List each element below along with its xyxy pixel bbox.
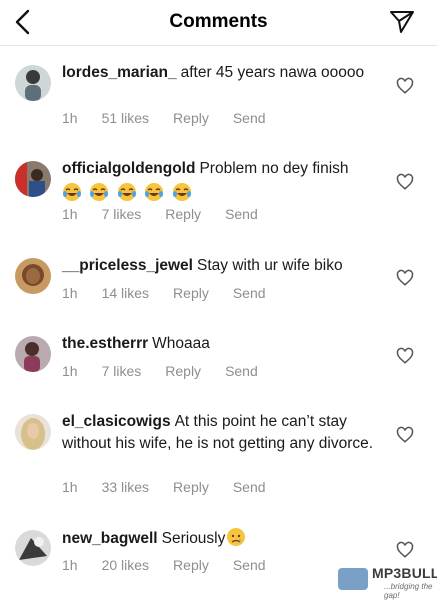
comment-item: el_clasicowigs At this point he can’t sta… xyxy=(0,411,437,511)
comment-text: Stay with ur wife biko xyxy=(197,257,343,274)
comment-item: the.estherrr Whoaaa 1h 7 likes Reply Send xyxy=(0,333,437,393)
reply-button[interactable]: Reply xyxy=(173,110,209,126)
comment-meta: 1h 33 likes Reply Send xyxy=(62,479,290,495)
comment-item: __priceless_jewel Stay with ur wife biko … xyxy=(0,255,437,315)
comment-meta: 1h 20 likes Reply Send xyxy=(62,557,290,573)
comment-meta: 1h 14 likes Reply Send xyxy=(62,285,290,301)
comment-time: 1h xyxy=(62,363,78,379)
send-button[interactable]: Send xyxy=(233,479,266,495)
avatar[interactable] xyxy=(15,530,51,566)
comment-text-block: __priceless_jewel Stay with ur wife biko xyxy=(62,255,380,277)
comment-text: after 45 years nawa ooooo xyxy=(180,64,365,81)
comment-likes[interactable]: 20 likes xyxy=(102,557,149,573)
comment-time: 1h xyxy=(62,206,78,222)
comment-text-block: officialgoldengold Problem no dey finish xyxy=(62,158,380,180)
comment-text-block: the.estherrr Whoaaa xyxy=(62,333,380,355)
comment-text: Seriously xyxy=(161,530,226,547)
comments-header: Comments xyxy=(0,0,437,46)
reply-button[interactable]: Reply xyxy=(165,206,201,222)
crying-face-icon xyxy=(227,528,246,546)
reply-button[interactable]: Reply xyxy=(173,557,209,573)
comment-likes[interactable]: 7 likes xyxy=(102,206,142,222)
avatar[interactable] xyxy=(15,336,51,372)
comment-likes[interactable]: 33 likes xyxy=(102,479,149,495)
face-with-tears-of-joy-icon xyxy=(63,183,81,201)
comment-item: officialgoldengold Problem no dey finish … xyxy=(0,158,437,238)
comment-meta: 1h 7 likes Reply Send xyxy=(62,206,282,222)
comment-likes[interactable]: 14 likes xyxy=(102,285,149,301)
avatar[interactable] xyxy=(15,414,51,450)
comment-username[interactable]: el_clasicowigs xyxy=(62,413,171,430)
comment-username[interactable]: the.estherrr xyxy=(62,335,148,352)
watermark-name: MP3BULLET xyxy=(372,565,437,581)
watermark-tagline: ...bridging the gap! xyxy=(384,582,433,600)
face-with-tears-of-joy-icon xyxy=(117,183,136,201)
comment-item: lordes_marian_ after 45 years nawa ooooo … xyxy=(0,62,437,142)
comment-text: Whoaaa xyxy=(152,335,210,352)
avatar[interactable] xyxy=(15,161,51,197)
avatar[interactable] xyxy=(15,258,51,294)
heart-icon[interactable] xyxy=(396,269,414,287)
send-button[interactable]: Send xyxy=(233,285,266,301)
comment-meta: 1h 51 likes Reply Send xyxy=(62,110,290,126)
reply-button[interactable]: Reply xyxy=(173,285,209,301)
send-button[interactable]: Send xyxy=(225,206,258,222)
comment-username[interactable]: new_bagwell xyxy=(62,530,158,547)
comment-username[interactable]: lordes_marian_ xyxy=(62,64,177,81)
comment-text-block: new_bagwell Seriously xyxy=(62,527,380,550)
face-with-tears-of-joy-icon xyxy=(145,183,164,201)
heart-icon[interactable] xyxy=(396,347,414,365)
comment-time: 1h xyxy=(62,285,78,301)
face-with-tears-of-joy-icon xyxy=(172,183,191,201)
send-button[interactable]: Send xyxy=(233,557,266,573)
comment-username[interactable]: officialgoldengold xyxy=(62,160,195,177)
comment-text: Problem no dey finish xyxy=(199,160,349,177)
comment-likes[interactable]: 7 likes xyxy=(102,363,142,379)
paper-plane-icon[interactable] xyxy=(389,9,415,35)
avatar[interactable] xyxy=(15,65,51,101)
send-button[interactable]: Send xyxy=(233,110,266,126)
heart-icon[interactable] xyxy=(396,426,414,444)
send-button[interactable]: Send xyxy=(225,363,258,379)
heart-icon[interactable] xyxy=(396,173,414,191)
comment-meta: 1h 7 likes Reply Send xyxy=(62,363,282,379)
heart-icon[interactable] xyxy=(396,541,414,559)
heart-icon[interactable] xyxy=(396,77,414,95)
reply-button[interactable]: Reply xyxy=(165,363,201,379)
comment-time: 1h xyxy=(62,557,78,573)
comment-time: 1h xyxy=(62,110,78,126)
reply-button[interactable]: Reply xyxy=(173,479,209,495)
comment-text-block: lordes_marian_ after 45 years nawa ooooo xyxy=(62,62,380,84)
comment-text-block: el_clasicowigs At this point he can’t sta… xyxy=(62,411,380,455)
emoji-row xyxy=(62,182,380,203)
page-title: Comments xyxy=(169,11,268,32)
watermark-icon xyxy=(338,568,368,590)
comment-likes[interactable]: 51 likes xyxy=(102,110,149,126)
comment-time: 1h xyxy=(62,479,78,495)
comment-username[interactable]: __priceless_jewel xyxy=(62,257,193,274)
watermark-logo: MP3BULLET ...bridging the gap! xyxy=(338,562,437,600)
face-with-tears-of-joy-icon xyxy=(90,183,109,201)
